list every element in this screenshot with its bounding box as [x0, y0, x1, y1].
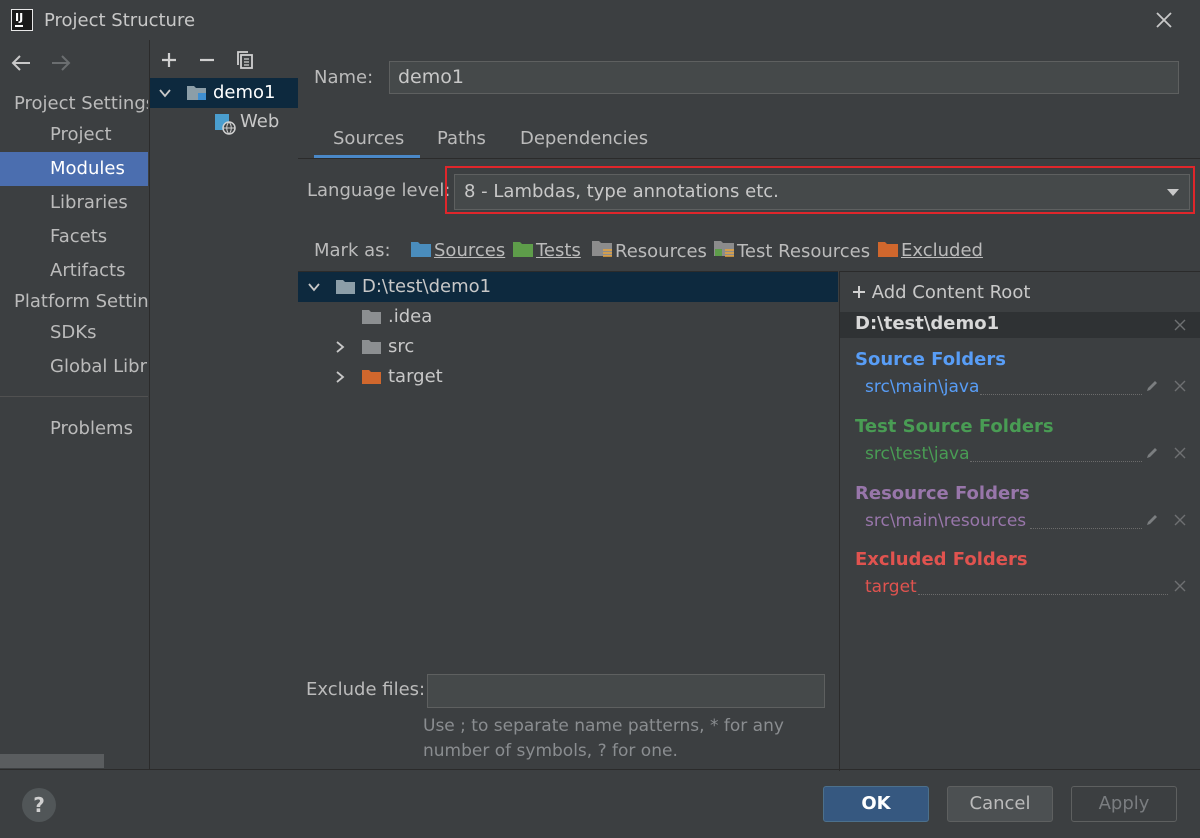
exclude-hint-line1: Use ; to separate name patterns, * for a… — [423, 716, 784, 736]
language-level-dropdown[interactable]: 8 - Lambdas, type annotations etc. — [454, 174, 1190, 210]
sidebar-divider — [0, 396, 148, 397]
window-title: Project Structure — [44, 10, 196, 31]
copy-icon[interactable] — [235, 50, 255, 70]
exclude-hint-line2: number of symbols, ? for one. — [423, 741, 678, 761]
module-tree-item-demo1[interactable]: demo1 — [150, 78, 298, 108]
sidebar-item-facets[interactable]: Facets — [0, 220, 148, 254]
bottom-separator — [0, 769, 1200, 770]
dropdown-arrow-icon[interactable] — [1167, 189, 1179, 197]
tree-item-label: target — [388, 366, 443, 387]
excluded-folder-path[interactable]: target — [865, 577, 917, 597]
web-facet-icon — [214, 113, 236, 135]
tree-item-src[interactable]: src — [298, 332, 838, 362]
sidebar-item-libraries[interactable]: Libraries — [0, 186, 148, 220]
remove-icon[interactable] — [1174, 380, 1186, 392]
mark-as-test-resources[interactable]: Test Resources — [713, 240, 870, 262]
mark-as-excluded[interactable]: Excluded — [877, 240, 983, 261]
platform-settings-heading: Platform Settings — [14, 291, 148, 312]
tree-item-idea[interactable]: .idea — [298, 302, 838, 332]
tab-dependencies[interactable]: Dependencies — [520, 128, 648, 149]
chevron-right-icon[interactable] — [333, 340, 347, 354]
module-settings-panel: Name: demo1 Sources Paths Dependencies L… — [298, 40, 1200, 771]
source-folders-title: Source Folders — [855, 349, 1006, 370]
tree-item-label: src — [388, 336, 415, 357]
module-tree-pane: demo1 Web — [149, 40, 299, 770]
folder-icon — [335, 278, 357, 296]
resources-folder-icon — [592, 241, 612, 257]
module-name: demo1 — [213, 82, 276, 103]
web-facet-label[interactable]: Web — [240, 111, 279, 132]
add-icon — [853, 286, 865, 298]
content-root-tree: D:\test\demo1 .idea src target Exclude f… — [298, 271, 838, 771]
remove-icon[interactable] — [1174, 514, 1186, 526]
sources-folder-icon — [411, 242, 431, 257]
test-source-folders-title: Test Source Folders — [855, 416, 1054, 437]
excluded-folders-title: Excluded Folders — [855, 549, 1028, 570]
tree-item-label: D:\test\demo1 — [362, 276, 492, 297]
mark-as-sources[interactable]: Sources — [410, 240, 505, 261]
cancel-button[interactable]: Cancel — [947, 786, 1053, 822]
test-source-folder-path[interactable]: src\test\java — [865, 444, 970, 464]
help-button[interactable]: ? — [22, 788, 56, 822]
add-content-root-button[interactable]: Add Content Root — [852, 282, 1030, 303]
tab-sources[interactable]: Sources — [333, 128, 404, 149]
sidebar-item-artifacts[interactable]: Artifacts — [0, 254, 148, 288]
resource-folder-path[interactable]: src\main\resources — [865, 511, 1026, 531]
language-level-label: Language level: — [307, 180, 451, 201]
back-arrow-icon[interactable] — [10, 52, 32, 74]
test-resources-folder-icon — [714, 241, 734, 257]
edit-pencil-icon[interactable] — [1145, 379, 1159, 393]
module-folder-icon — [186, 84, 208, 102]
remove-root-icon[interactable] — [1174, 319, 1186, 331]
sidebar-item-global-libraries[interactable]: Global Libraries — [0, 350, 148, 384]
exclude-files-label: Exclude files: — [306, 679, 426, 700]
module-name-input[interactable]: demo1 — [389, 61, 1179, 94]
exclude-files-input[interactable] — [427, 674, 825, 708]
sidebar-item-project[interactable]: Project — [0, 118, 148, 152]
settings-sidebar: Project Settings Project Modules Librari… — [0, 40, 148, 770]
sidebar-item-sdks[interactable]: SDKs — [0, 316, 148, 350]
language-level-value: 8 - Lambdas, type annotations etc. — [464, 181, 779, 202]
name-label: Name: — [314, 67, 374, 88]
mark-as-tests[interactable]: Tests — [512, 240, 581, 261]
content-root-path: D:\test\demo1 — [855, 313, 1000, 334]
close-icon[interactable] — [1152, 8, 1176, 32]
folder-icon — [361, 308, 383, 326]
sidebar-scrollbar[interactable] — [0, 754, 104, 768]
mark-as-label: Mark as: — [314, 240, 391, 261]
tree-item-root[interactable]: D:\test\demo1 — [298, 272, 838, 302]
source-folder-path[interactable]: src\main\java — [865, 377, 979, 397]
intellij-logo-icon: IJ — [11, 9, 33, 31]
excluded-folder-icon — [878, 242, 898, 257]
tab-paths[interactable]: Paths — [437, 128, 486, 149]
forward-arrow-icon[interactable] — [50, 52, 72, 74]
remove-icon[interactable] — [197, 50, 217, 70]
apply-button[interactable]: Apply — [1071, 786, 1177, 822]
title-bar: IJ Project Structure — [0, 0, 1200, 40]
add-icon[interactable] — [159, 50, 179, 70]
tree-item-target[interactable]: target — [298, 362, 838, 392]
edit-pencil-icon[interactable] — [1145, 513, 1159, 527]
project-settings-heading: Project Settings — [14, 93, 148, 114]
sidebar-item-problems[interactable]: Problems — [0, 412, 148, 446]
folder-icon — [361, 338, 383, 356]
remove-icon[interactable] — [1174, 447, 1186, 459]
sidebar-item-modules[interactable]: Modules — [0, 152, 148, 186]
chevron-down-icon[interactable] — [307, 280, 321, 294]
content-root-header: D:\test\demo1 — [840, 312, 1200, 338]
content-root-panel: Add Content Root D:\test\demo1 Source Fo… — [839, 271, 1200, 771]
excluded-folder-icon — [361, 368, 383, 386]
remove-icon[interactable] — [1174, 580, 1186, 592]
tests-folder-icon — [513, 242, 533, 257]
ok-button[interactable]: OK — [823, 786, 929, 822]
chevron-down-icon[interactable] — [158, 86, 172, 100]
chevron-right-icon[interactable] — [333, 370, 347, 384]
mark-as-resources[interactable]: Resources — [591, 240, 707, 262]
tree-item-label: .idea — [388, 306, 433, 327]
edit-pencil-icon[interactable] — [1145, 446, 1159, 460]
resource-folders-title: Resource Folders — [855, 483, 1030, 504]
tabs-separator — [298, 158, 1200, 159]
